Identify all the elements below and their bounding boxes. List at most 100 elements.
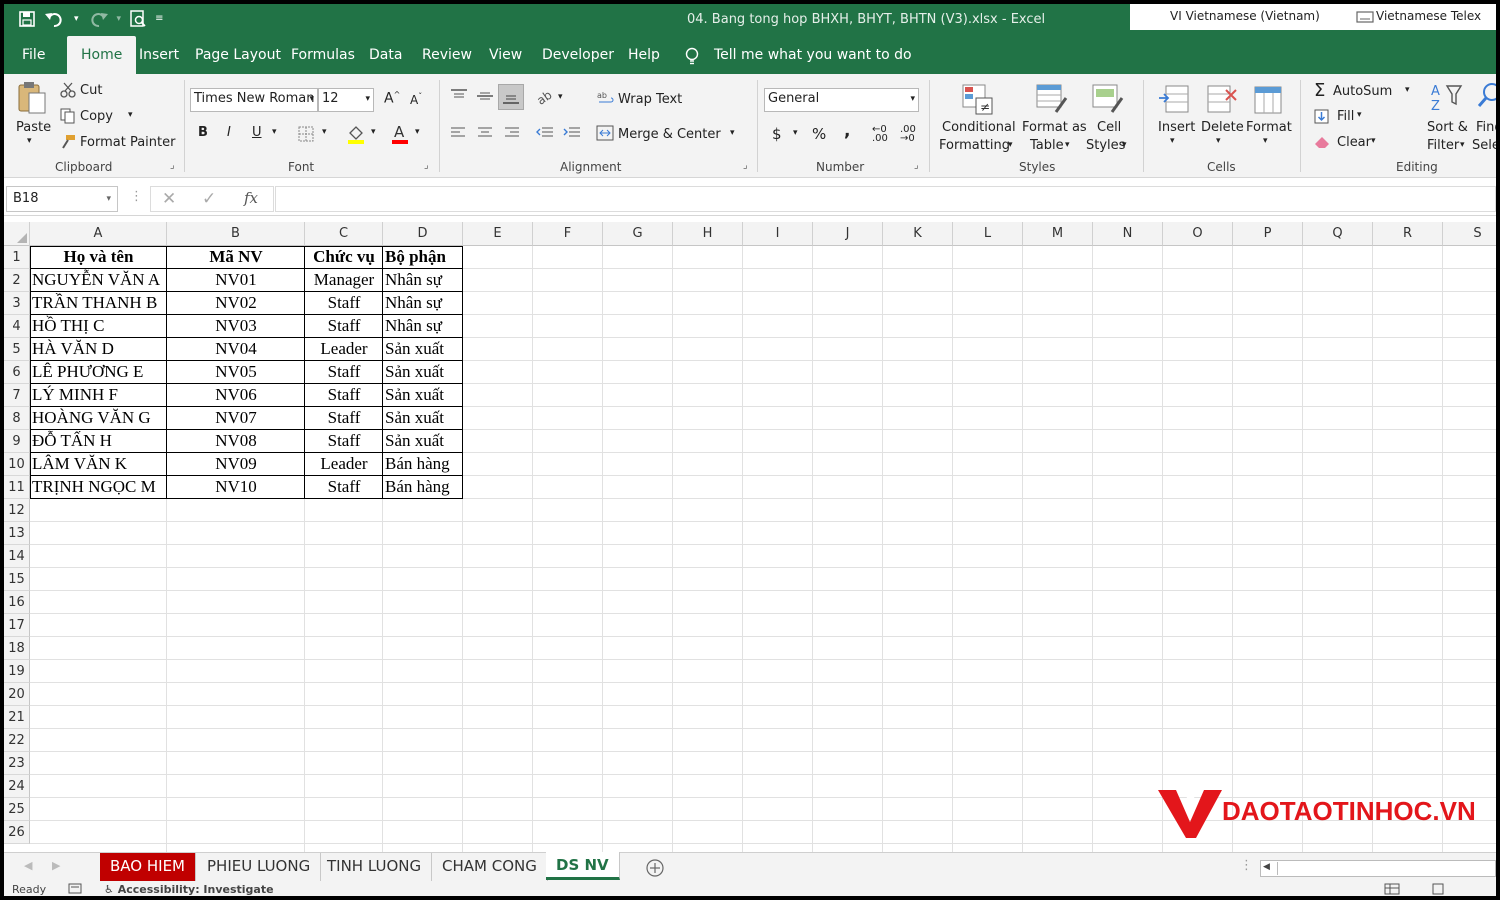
sheet-tab-cham-cong[interactable]: CHAM CONG <box>432 853 548 881</box>
cell-name[interactable]: LÝ MINH F <box>32 384 165 407</box>
normal-view-icon[interactable] <box>1384 883 1400 895</box>
cell-department[interactable]: Bán hàng <box>385 453 461 476</box>
column-header-d[interactable]: D <box>383 222 463 246</box>
tab-insert[interactable]: Insert <box>139 36 179 74</box>
cell-name[interactable]: NGUYỄN VĂN A <box>32 269 165 292</box>
conditional-formatting-button[interactable]: Conditional <box>942 120 1016 135</box>
row-header-7[interactable]: 7 <box>4 384 30 407</box>
table-header-cell[interactable]: Mã NV <box>169 246 303 269</box>
cell-employee-id[interactable]: NV08 <box>169 430 303 453</box>
align-right-icon[interactable] <box>504 126 520 140</box>
font-color-icon[interactable]: A <box>391 123 409 145</box>
row-header-25[interactable]: 25 <box>4 798 30 821</box>
formula-bar-resize-icon[interactable]: ⋮ <box>130 189 143 204</box>
fill-color-dropdown-icon[interactable]: ▾ <box>371 127 376 137</box>
clear-dropdown-icon[interactable]: ▾ <box>1371 136 1376 146</box>
cell-department[interactable]: Sản xuất <box>385 407 461 430</box>
column-header-j[interactable]: J <box>813 222 883 246</box>
orientation-icon[interactable]: ab <box>536 88 556 106</box>
decrease-indent-icon[interactable] <box>536 126 554 140</box>
row-header-4[interactable]: 4 <box>4 315 30 338</box>
new-sheet-icon[interactable] <box>646 859 664 877</box>
row-header-12[interactable]: 12 <box>4 499 30 522</box>
select-all-corner[interactable] <box>4 222 30 246</box>
cell-name[interactable]: TRỊNH NGỌC M <box>32 476 165 499</box>
autosum-button[interactable]: AutoSum <box>1333 84 1392 99</box>
column-header-c[interactable]: C <box>305 222 383 246</box>
row-header-24[interactable]: 24 <box>4 775 30 798</box>
cell-department[interactable]: Sản xuất <box>385 430 461 453</box>
row-header-23[interactable]: 23 <box>4 752 30 775</box>
fill-color-icon[interactable] <box>347 124 365 144</box>
table-header-cell[interactable]: Bộ phận <box>385 246 461 269</box>
row-header-18[interactable]: 18 <box>4 637 30 660</box>
customize-qat-icon[interactable]: ≡ <box>155 8 163 30</box>
tab-view[interactable]: View <box>489 36 522 74</box>
clipboard-launcher-icon[interactable]: ⌟ <box>170 160 175 171</box>
cell-employee-id[interactable]: NV09 <box>169 453 303 476</box>
column-header-m[interactable]: M <box>1023 222 1093 246</box>
sort-filter-button[interactable]: Sort & <box>1427 120 1468 135</box>
print-preview-icon[interactable] <box>129 10 147 28</box>
orientation-dropdown-icon[interactable]: ▾ <box>558 92 563 102</box>
align-left-icon[interactable] <box>450 126 466 140</box>
cell-department[interactable]: Sản xuất <box>385 361 461 384</box>
row-header-6[interactable]: 6 <box>4 361 30 384</box>
delete-dropdown-icon[interactable]: ▾ <box>1216 136 1221 146</box>
delete-cells-button[interactable]: Delete <box>1201 120 1244 135</box>
cell-position[interactable]: Staff <box>307 407 381 430</box>
row-header-22[interactable]: 22 <box>4 729 30 752</box>
clear-button[interactable]: Clear <box>1337 135 1371 150</box>
font-name-select[interactable]: Times New Roman ▾ <box>190 88 318 112</box>
decrease-decimal-icon[interactable]: .00 →0 <box>900 125 916 144</box>
cell-department[interactable]: Nhân sự <box>385 269 461 292</box>
column-header-h[interactable]: H <box>673 222 743 246</box>
input-method[interactable]: Vietnamese Telex <box>1376 9 1481 23</box>
scroll-tabs-right-icon[interactable]: ▶ <box>52 859 60 872</box>
format-as-table-dropdown-icon[interactable]: ▾ <box>1065 140 1070 150</box>
formula-input[interactable] <box>275 186 1496 212</box>
table-header-cell[interactable]: Chức vụ <box>307 246 381 269</box>
save-icon[interactable] <box>18 10 36 28</box>
cell-position[interactable]: Staff <box>307 476 381 499</box>
font-launcher-icon[interactable]: ⌟ <box>424 160 429 171</box>
row-header-9[interactable]: 9 <box>4 430 30 453</box>
borders-dropdown-icon[interactable]: ▾ <box>322 127 327 137</box>
font-size-select[interactable]: 12 ▾ <box>318 88 374 112</box>
cell-position[interactable]: Staff <box>307 361 381 384</box>
horizontal-scrollbar[interactable]: ◀ <box>1260 860 1496 877</box>
column-header-f[interactable]: F <box>533 222 603 246</box>
insert-dropdown-icon[interactable]: ▾ <box>1170 136 1175 146</box>
cell-department[interactable]: Nhân sự <box>385 292 461 315</box>
conditional-dropdown-icon[interactable]: ▾ <box>1008 140 1013 150</box>
borders-icon[interactable] <box>298 126 314 142</box>
sheet-tab-ds-nv[interactable]: DS NV <box>546 852 620 880</box>
align-center-icon[interactable] <box>477 126 493 140</box>
cell-employee-id[interactable]: NV06 <box>169 384 303 407</box>
number-format-select[interactable]: General ▾ <box>764 88 919 112</box>
row-header-21[interactable]: 21 <box>4 706 30 729</box>
sheet-tab-bao-hiem[interactable]: BAO HIEM <box>100 853 196 881</box>
cell-department[interactable]: Sản xuất <box>385 384 461 407</box>
cell-employee-id[interactable]: NV01 <box>169 269 303 292</box>
cell-department[interactable]: Nhân sự <box>385 315 461 338</box>
currency-dropdown-icon[interactable]: ▾ <box>793 128 798 138</box>
table-header-cell[interactable]: Họ và tên <box>32 246 165 269</box>
column-header-i[interactable]: I <box>743 222 813 246</box>
column-header-s[interactable]: S <box>1443 222 1496 246</box>
redo-dropdown-icon[interactable]: ▾ <box>117 8 122 30</box>
row-header-17[interactable]: 17 <box>4 614 30 637</box>
fill-button[interactable]: Fill <box>1337 109 1354 124</box>
column-header-o[interactable]: O <box>1163 222 1233 246</box>
scroll-left-icon[interactable]: ◀ <box>1263 862 1270 872</box>
copy-button[interactable]: Copy <box>80 109 113 124</box>
cell-employee-id[interactable]: NV05 <box>169 361 303 384</box>
cell-position[interactable]: Staff <box>307 292 381 315</box>
row-header-11[interactable]: 11 <box>4 476 30 499</box>
column-header-g[interactable]: G <box>603 222 673 246</box>
cell-name[interactable]: LÂM VĂN K <box>32 453 165 476</box>
cell-department[interactable]: Sản xuất <box>385 338 461 361</box>
row-header-8[interactable]: 8 <box>4 407 30 430</box>
format-dropdown-icon[interactable]: ▾ <box>1263 136 1268 146</box>
percent-button[interactable]: % <box>812 125 826 143</box>
